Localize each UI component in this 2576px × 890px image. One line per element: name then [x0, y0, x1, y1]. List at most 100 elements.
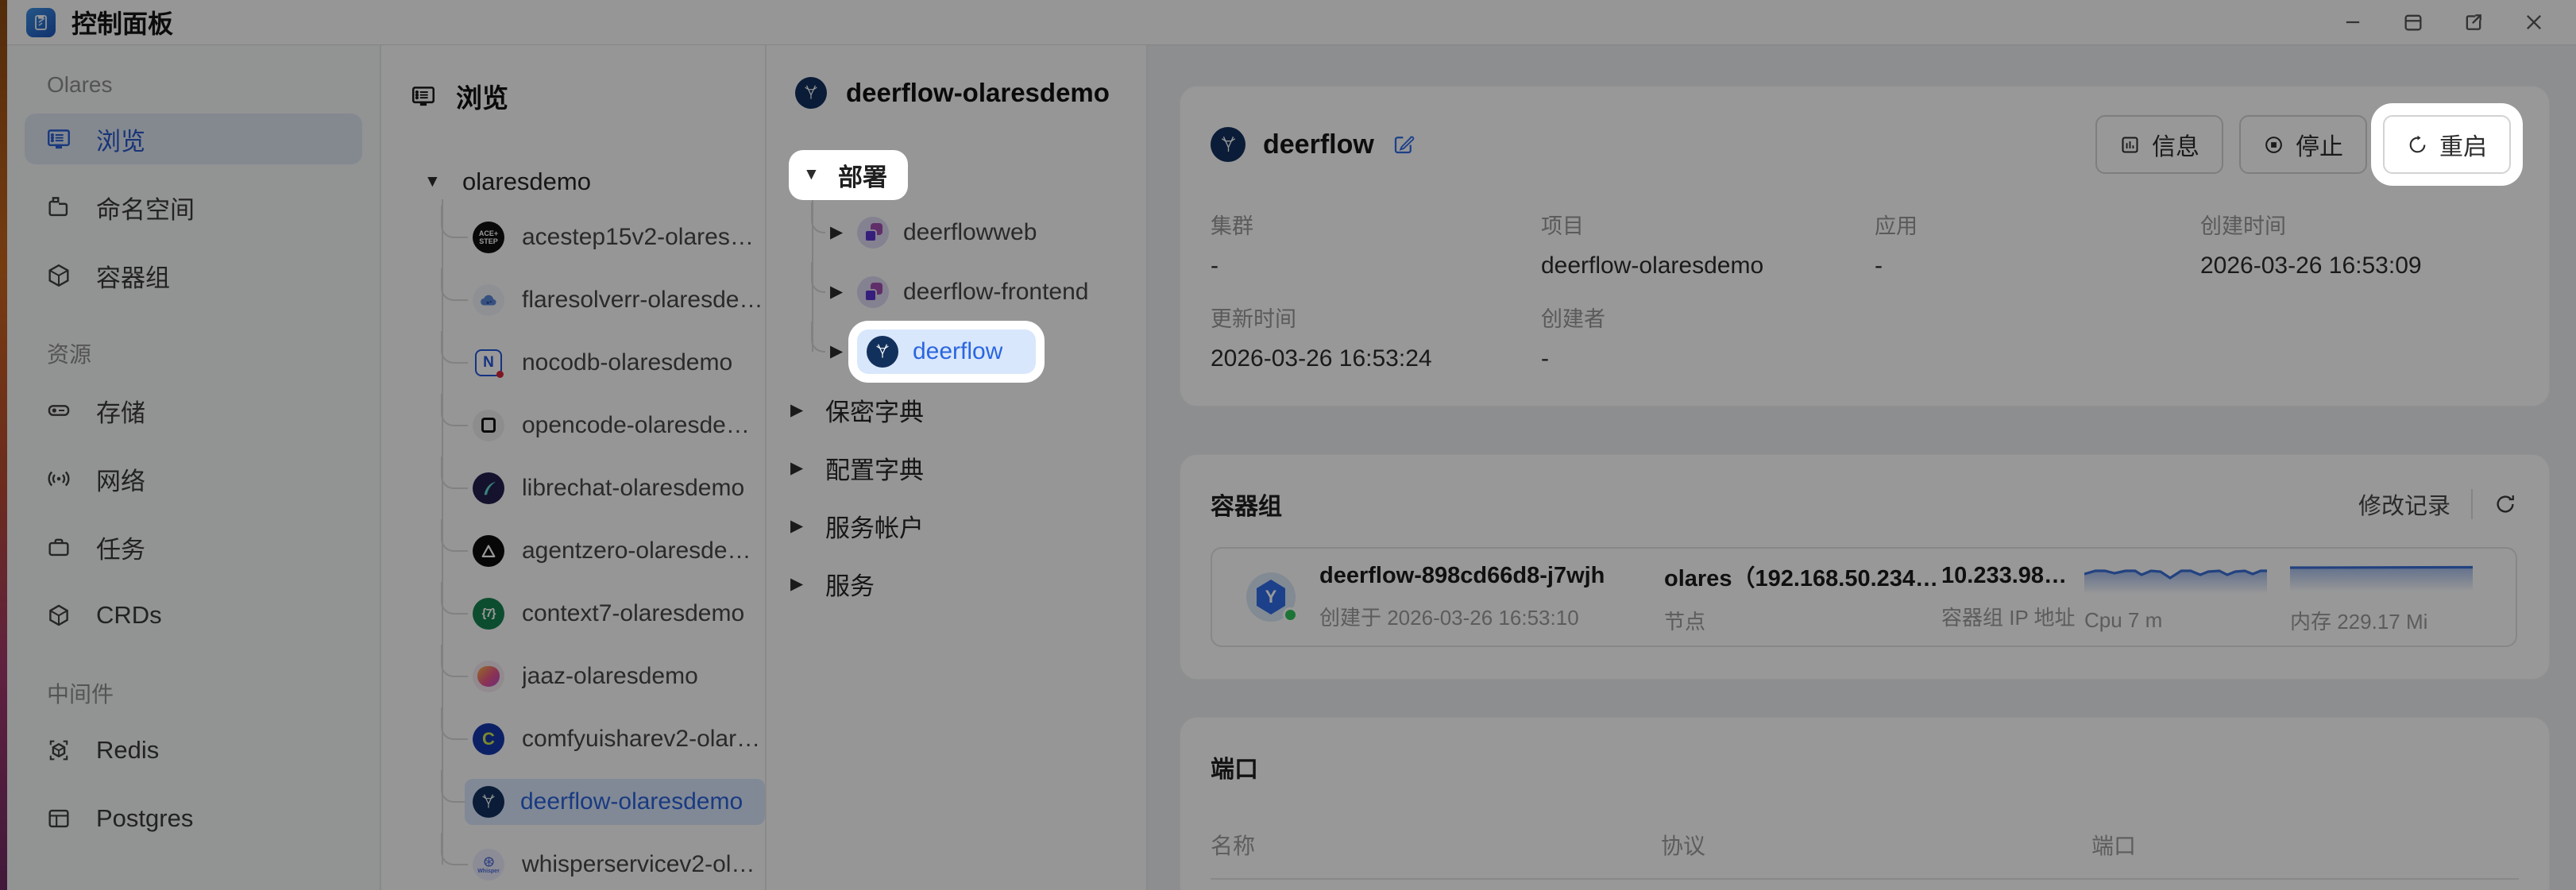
sidebar-item-label: CRDs [96, 601, 162, 630]
detail-creator: 创建者 - [1541, 302, 1875, 372]
refresh-icon[interactable] [2493, 492, 2517, 516]
sidebar-item-namespace[interactable]: 命名空间 [25, 182, 362, 233]
tree-node-deerflow[interactable]: ▶ deerflow [812, 322, 1146, 381]
pod-ip-label: 容器组 IP 地址 [1941, 602, 2084, 631]
chevron-down-icon[interactable]: ▼ [803, 165, 822, 184]
main-content: deerflow 信息 [1148, 45, 2576, 890]
chevron-down-icon[interactable]: ▼ [424, 172, 443, 191]
resource-panel-title: deerflow-olaresdemo [846, 78, 1110, 108]
tree-node-label: olaresdemo [462, 168, 591, 196]
sidebar-item-label: 容器组 [96, 258, 170, 294]
tree-node-context7[interactable]: {7} context7-olaresdemo [442, 582, 765, 645]
pod-memory-col: 内存 229.17 Mi [2290, 560, 2497, 635]
sidebar-item-jobs[interactable]: 任务 [25, 522, 362, 572]
chevron-right-icon[interactable]: ▶ [830, 282, 849, 302]
tree-group-serviceaccounts[interactable]: ▶ 服务帐户 [767, 497, 1146, 555]
restart-button[interactable]: 重启 [2383, 115, 2511, 174]
history-link[interactable]: 修改记录 [2358, 487, 2450, 521]
ports-col-port: 端口 [2091, 829, 2519, 861]
pods-section-title: 容器组 [1211, 487, 1282, 522]
app-logo-icon [26, 8, 56, 37]
resource-panel: deerflow-olaresdemo ▼ 部署 ▶ [767, 45, 1148, 890]
pods-icon [45, 262, 72, 289]
resource-panel-header: deerflow-olaresdemo [767, 69, 1146, 117]
divider [2471, 489, 2473, 519]
sidebar-item-pods[interactable]: 容器组 [25, 250, 362, 301]
pod-row[interactable]: Y deerflow-898cd66d8-j7wjh 创建于 2026-03-2… [1211, 547, 2517, 647]
tree-group-configmaps[interactable]: ▶ 配置字典 [767, 439, 1146, 497]
deerflow-app-icon [867, 336, 898, 368]
librechat-app-icon [473, 472, 504, 504]
flaresolverr-app-icon [473, 284, 504, 316]
ports-table-header: 名称 协议 端口 [1211, 829, 2519, 880]
popout-icon[interactable] [2462, 10, 2485, 34]
storage-icon [45, 397, 72, 424]
selected-tree-node[interactable]: deerflow-olaresdemo [465, 779, 765, 825]
cpu-sparkline [2084, 562, 2267, 595]
agentzero-app-icon [473, 535, 504, 567]
minimize-icon[interactable] [2341, 10, 2365, 34]
detail-cluster: 集群 - [1211, 209, 1541, 279]
chevron-right-icon[interactable]: ▶ [830, 222, 849, 242]
close-icon[interactable] [2522, 10, 2546, 34]
tree-node-opencode[interactable]: opencode-olaresde… [442, 394, 765, 457]
sidebar-item-label: Redis [96, 736, 159, 765]
deployments-highlight[interactable]: ▼ 部署 [789, 150, 908, 200]
tree-node-librechat[interactable]: librechat-olaresdemo [442, 457, 765, 519]
tree-node-deerflow-olaresdemo[interactable]: deerflow-olaresdemo [442, 770, 765, 833]
tree-node-comfyui[interactable]: C comfyuisharev2-olar… [442, 707, 765, 770]
sidebar-section-olares: Olares [47, 72, 362, 98]
deerflow-selected-highlight[interactable]: deerflow [857, 329, 1036, 374]
context7-app-icon: {7} [473, 598, 504, 630]
stop-icon [2263, 134, 2284, 156]
tree-node-deerflow-frontend[interactable]: ▶ deerflow-frontend [812, 262, 1146, 322]
chevron-right-icon[interactable]: ▶ [790, 574, 809, 594]
ports-card: 端口 名称 协议 端口 [1180, 717, 2550, 890]
deerflow-app-icon [1211, 127, 1246, 162]
pod-ip-value: 10.233.98… [1941, 563, 2084, 589]
edit-icon[interactable] [1392, 133, 1415, 156]
detail-updated: 更新时间 2026-03-26 16:53:24 [1211, 302, 1541, 372]
chevron-right-icon[interactable]: ▶ [790, 458, 809, 478]
sidebar-section-resources: 资源 [47, 337, 362, 369]
pod-name: deerflow-898cd66d8-j7wjh [1319, 563, 1664, 589]
sidebar-item-label: 任务 [96, 530, 145, 565]
chevron-right-icon[interactable]: ▶ [790, 400, 809, 420]
acestep-app-icon: ACE+ STEP [473, 222, 504, 253]
tree-node-deerflowweb[interactable]: ▶ deerflowweb [812, 202, 1146, 262]
sidebar-item-label: 网络 [96, 461, 145, 497]
sidebar-section-middleware: 中间件 [47, 677, 362, 709]
postgres-icon [45, 805, 72, 832]
pod-status-icon: Y [1246, 572, 1296, 622]
sidebar: Olares 浏览 命名空间 [7, 45, 381, 890]
tree-node-flaresolverr[interactable]: flaresolverr-olaresde… [442, 268, 765, 331]
tree-group-services[interactable]: ▶ 服务 [767, 555, 1146, 613]
chevron-right-icon[interactable]: ▶ [830, 341, 849, 361]
tree-group-deployments[interactable]: ▼ 部署 [767, 152, 1146, 198]
pod-node-col: olares（192.168.50.234… 节点 [1664, 560, 1941, 635]
tree-node-whisper[interactable]: Whisper whisperservicev2-ol… [442, 833, 765, 890]
sidebar-item-redis[interactable]: Redis [25, 725, 362, 776]
status-running-dot [1283, 607, 1298, 622]
tree-group-secrets[interactable]: ▶ 保密字典 [767, 381, 1146, 439]
sidebar-item-network[interactable]: 网络 [25, 453, 362, 504]
tree-node-nocodb[interactable]: N nocodb-olaresdemo [442, 331, 765, 394]
chevron-right-icon[interactable]: ▶ [790, 516, 809, 536]
sidebar-item-browse[interactable]: 浏览 [25, 114, 362, 164]
nocodb-app-icon: N [473, 347, 504, 379]
pod-memory-label: 内存 229.17 Mi [2290, 606, 2497, 635]
tree-node-olaresdemo[interactable]: ▼ olaresdemo [381, 164, 765, 199]
tree-node-jaaz[interactable]: jaaz-olaresdemo [442, 645, 765, 707]
tree-node-agentzero[interactable]: agentzero-olaresde… [442, 519, 765, 582]
stop-button[interactable]: 停止 [2239, 115, 2367, 174]
info-button[interactable]: 信息 [2095, 115, 2223, 174]
tree-node-acestep[interactable]: ACE+ STEP acestep15v2-olares… [442, 206, 765, 268]
sidebar-item-storage[interactable]: 存储 [25, 385, 362, 436]
workload-actions: 信息 停止 重启 [2095, 115, 2511, 174]
desktop-wallpaper-edge [0, 0, 7, 890]
sidebar-item-postgres[interactable]: Postgres [25, 793, 362, 844]
jobs-icon [45, 534, 72, 561]
pod-cpu-col: Cpu 7 m [2084, 562, 2290, 633]
maximize-icon[interactable] [2401, 10, 2425, 34]
sidebar-item-crds[interactable]: CRDs [25, 590, 362, 641]
